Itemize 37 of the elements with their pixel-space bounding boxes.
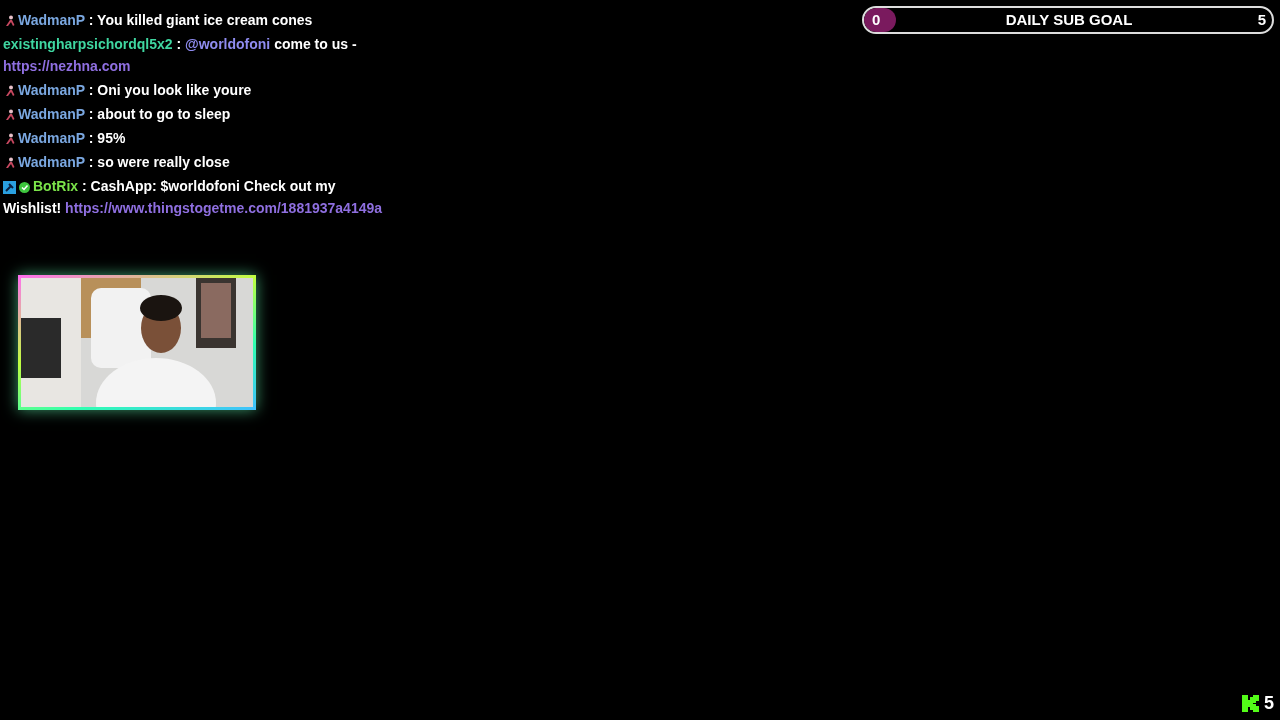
username: BotRix: [33, 178, 79, 194]
message-text: Wishlist!: [3, 200, 62, 216]
separator: :: [82, 178, 87, 194]
username: WadmanP: [18, 130, 85, 146]
kick-logo-icon: [1242, 695, 1259, 712]
message-text: 95%: [97, 130, 126, 146]
separator: :: [88, 106, 94, 122]
separator: :: [88, 12, 94, 28]
message-text: Oni you look like youre: [97, 82, 252, 98]
figure-icon: [3, 157, 15, 170]
separator: :: [88, 130, 94, 146]
figure-icon: [3, 85, 15, 98]
hammer-icon: [3, 180, 16, 194]
message-text: about to go to sleep: [97, 106, 231, 122]
goal-target: 5: [1257, 9, 1266, 30]
separator: :: [88, 82, 94, 98]
viewer-count: 5: [1264, 692, 1274, 715]
goal-title: DAILY SUB GOAL: [1005, 9, 1133, 30]
goal-current: 0: [872, 9, 881, 30]
separator: :: [88, 154, 94, 170]
message-text: so were really close: [97, 154, 230, 170]
figure-icon: [3, 133, 15, 146]
chat-link[interactable]: https://www.thingstogetme.com/1881937a4149a: [65, 200, 383, 216]
username: WadmanP: [18, 82, 85, 98]
message-text: CashApp: $worldofoni Check out my: [90, 178, 336, 194]
message-text: You killed giant ice cream cones: [97, 12, 313, 28]
username: WadmanP: [18, 154, 85, 170]
separator: :: [176, 36, 182, 52]
username: existingharpsichordql5x2: [3, 36, 173, 52]
username: WadmanP: [18, 12, 85, 28]
verified-icon: [19, 181, 30, 193]
username: WadmanP: [18, 106, 85, 122]
chat-link[interactable]: https://nezhna.com: [3, 58, 131, 74]
message-text: come to us -: [274, 36, 357, 52]
figure-icon: [3, 15, 15, 28]
mention-link[interactable]: @worldofoni: [185, 36, 271, 52]
figure-icon: [3, 109, 15, 122]
